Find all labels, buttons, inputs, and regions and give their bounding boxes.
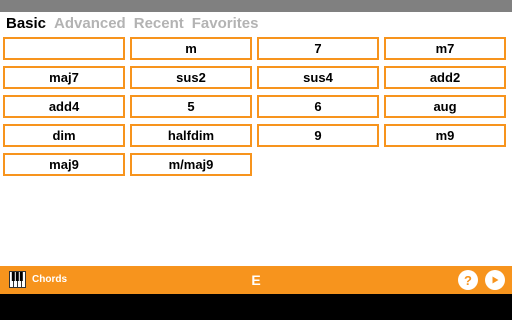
chord-button-maj7[interactable]: maj7 bbox=[3, 66, 125, 89]
screen-title: Chords bbox=[32, 274, 67, 285]
chord-button-5[interactable]: 5 bbox=[130, 95, 252, 118]
tab-basic[interactable]: Basic bbox=[6, 12, 46, 36]
chord-button-7[interactable]: 7 bbox=[257, 37, 379, 60]
chord-button-add4[interactable]: add4 bbox=[3, 95, 125, 118]
chord-button-major[interactable] bbox=[3, 37, 125, 60]
chord-button-6[interactable]: 6 bbox=[257, 95, 379, 118]
chord-type-grid: m 7 m7 maj7 sus2 sus4 add2 add4 5 6 aug … bbox=[3, 37, 509, 176]
play-button[interactable] bbox=[485, 270, 505, 290]
tab-favorites[interactable]: Favorites bbox=[192, 12, 259, 36]
chord-button-m7[interactable]: m7 bbox=[384, 37, 506, 60]
piano-keys-icon[interactable] bbox=[9, 271, 26, 288]
chord-button-sus2[interactable]: sus2 bbox=[130, 66, 252, 89]
root-key-selector[interactable]: E bbox=[246, 266, 266, 294]
chord-button-maj9[interactable]: maj9 bbox=[3, 153, 125, 176]
chord-button-halfdim[interactable]: halfdim bbox=[130, 124, 252, 147]
chord-button-m[interactable]: m bbox=[130, 37, 252, 60]
status-bar bbox=[0, 0, 512, 12]
tab-advanced[interactable]: Advanced bbox=[54, 12, 126, 36]
help-button[interactable]: ? bbox=[458, 270, 478, 290]
chord-category-tabs: Basic Advanced Recent Favorites bbox=[0, 12, 512, 36]
chord-button-dim[interactable]: dim bbox=[3, 124, 125, 147]
chord-button-aug[interactable]: aug bbox=[384, 95, 506, 118]
bottom-bar: Chords E ? bbox=[0, 266, 512, 294]
tab-recent[interactable]: Recent bbox=[134, 12, 184, 36]
chord-button-sus4[interactable]: sus4 bbox=[257, 66, 379, 89]
chord-button-9[interactable]: 9 bbox=[257, 124, 379, 147]
chord-button-add2[interactable]: add2 bbox=[384, 66, 506, 89]
chord-button-m9[interactable]: m9 bbox=[384, 124, 506, 147]
chord-button-m-maj9[interactable]: m/maj9 bbox=[130, 153, 252, 176]
play-icon bbox=[492, 276, 499, 284]
navigation-bar bbox=[0, 294, 512, 320]
help-icon: ? bbox=[464, 272, 472, 288]
